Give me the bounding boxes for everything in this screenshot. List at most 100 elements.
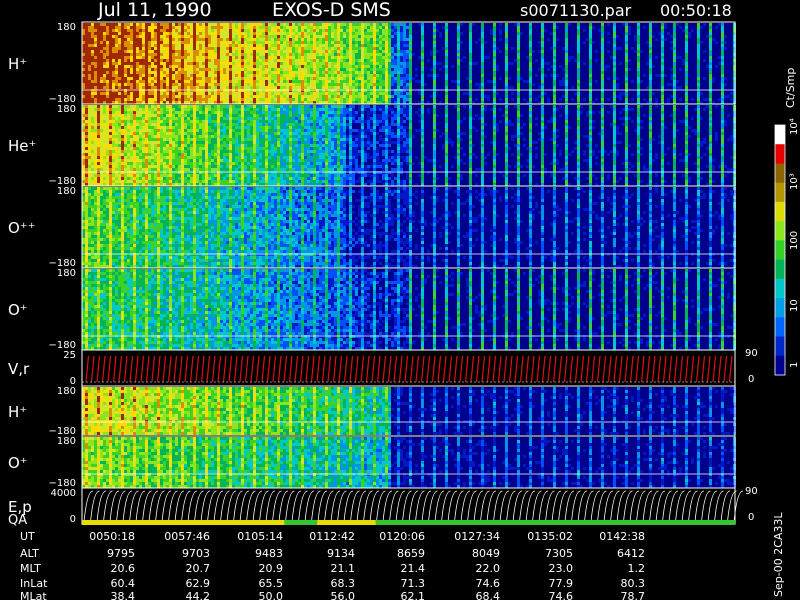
panel-label-v-r: V,r bbox=[8, 360, 30, 378]
ephemeris-cell: 68.4 bbox=[476, 590, 501, 600]
qa-bar bbox=[82, 520, 735, 525]
ephemeris-cell: 74.6 bbox=[476, 577, 501, 590]
ephemeris-cell: 7305 bbox=[545, 547, 573, 560]
ephemeris-cell: 74.6 bbox=[549, 590, 574, 600]
panel-ymax-o-plus-2: 180 bbox=[57, 436, 76, 447]
panel-o-plus-plus bbox=[82, 186, 736, 268]
qa-label: QA bbox=[8, 513, 27, 528]
panel-ymax-o-plus: 180 bbox=[57, 268, 76, 279]
header-time: 00:50:18 bbox=[660, 1, 732, 20]
colorbar-unit-label: Ct/Smp bbox=[784, 68, 797, 108]
ephemeris-cell: 44.2 bbox=[186, 590, 211, 600]
ephemeris-cell: 38.4 bbox=[111, 590, 136, 600]
panel-ymax-v-r: 25 bbox=[63, 350, 76, 361]
panel-ymax-e-p: 4000 bbox=[51, 488, 76, 499]
ephemeris-label-alt: ALT bbox=[20, 547, 39, 560]
ephemeris-cell: 0112:42 bbox=[309, 530, 355, 543]
colorbar-segment bbox=[775, 260, 785, 280]
colorbar-segment bbox=[775, 183, 785, 203]
ephemeris-cell: 21.1 bbox=[331, 562, 356, 575]
panel-h-plus bbox=[82, 22, 736, 104]
ephemeris-cell: 21.4 bbox=[401, 562, 426, 575]
ephemeris-cell: 8049 bbox=[472, 547, 500, 560]
panel-right-max-e-p: 90 bbox=[745, 486, 758, 497]
panel-label-o-plus: O⁺ bbox=[8, 301, 28, 319]
colorbar-segment bbox=[775, 240, 785, 260]
panel-ymax-he-plus: 180 bbox=[57, 104, 76, 115]
qa-segment bbox=[317, 520, 376, 525]
panel-o-plus bbox=[82, 268, 736, 350]
ephemeris-cell: 9795 bbox=[107, 547, 135, 560]
ephemeris-cell: 8659 bbox=[397, 547, 425, 560]
ephemeris-cell: 56.0 bbox=[331, 590, 356, 600]
panel-ymax-h-plus-2: 180 bbox=[57, 386, 76, 397]
ephemeris-cell: 65.5 bbox=[259, 577, 284, 590]
ephemeris-cell: 68.3 bbox=[331, 577, 356, 590]
colorbar-tick: 100 bbox=[789, 231, 800, 250]
ephemeris-label-ut: UT bbox=[20, 530, 35, 543]
ephemeris-cell: 22.0 bbox=[476, 562, 501, 575]
ephemeris-cell: 1.2 bbox=[628, 562, 646, 575]
colorbar-segment bbox=[775, 144, 785, 164]
colorbar-segment bbox=[775, 279, 785, 299]
colorbar-segment bbox=[775, 163, 785, 183]
ephemeris-cell: 62.9 bbox=[186, 577, 211, 590]
colorbar-tick: 10⁴ bbox=[789, 118, 800, 135]
panel-e-p bbox=[82, 488, 743, 524]
panel-ymax-h-plus: 180 bbox=[57, 22, 76, 33]
qa-segment bbox=[376, 520, 735, 525]
panel-ymax-o-plus-plus: 180 bbox=[57, 186, 76, 197]
header-mission: EXOS-D SMS bbox=[272, 0, 391, 21]
colorbar-tick: 10³ bbox=[789, 173, 800, 190]
colorbar-segment bbox=[775, 202, 785, 222]
colorbar-tick: 10 bbox=[789, 299, 800, 312]
panel-label-h-plus-2: H⁺ bbox=[8, 403, 27, 421]
ephemeris-cell: 0135:02 bbox=[527, 530, 573, 543]
panel-label-he-plus: He⁺ bbox=[8, 137, 36, 155]
panel-label-o-plus-plus: O⁺⁺ bbox=[8, 219, 36, 237]
colorbar-segment bbox=[775, 356, 785, 376]
ephemeris-cell: 0120:06 bbox=[379, 530, 425, 543]
ephemeris-label-mlat: MLat bbox=[20, 590, 47, 600]
qa-segment bbox=[284, 520, 317, 525]
spectrogram-panels bbox=[82, 22, 743, 524]
ephemeris-cell: 20.6 bbox=[111, 562, 136, 575]
header-date: Jul 11, 1990 bbox=[97, 0, 212, 21]
ephemeris-cell: 20.9 bbox=[259, 562, 284, 575]
ephemeris-cell: 9703 bbox=[182, 547, 210, 560]
panel-o-plus-2 bbox=[82, 436, 736, 488]
ephemeris-cell: 77.9 bbox=[549, 577, 574, 590]
ephemeris-table: UTALTMLTInLatMLat0050:18979520.660.438.4… bbox=[20, 530, 645, 600]
panel-ymin-e-p: 0 bbox=[70, 514, 76, 525]
panel-right-min-v-r: 0 bbox=[748, 374, 754, 385]
sms-spectrogram-plot: Jul 11, 1990 EXOS-D SMS s0071130.par 00:… bbox=[0, 0, 800, 600]
panel-label-o-plus-2: O⁺ bbox=[8, 454, 28, 472]
ephemeris-cell: 23.0 bbox=[549, 562, 574, 575]
panel-h-plus-2 bbox=[82, 386, 736, 436]
panel-he-plus bbox=[82, 104, 736, 186]
ephemeris-cell: 50.0 bbox=[259, 590, 284, 600]
colorbar: 1 10 100 10³ 10⁴ bbox=[775, 118, 800, 375]
ephemeris-cell: 9134 bbox=[327, 547, 355, 560]
ephemeris-cell: 6412 bbox=[617, 547, 645, 560]
ephemeris-cell: 0105:14 bbox=[237, 530, 283, 543]
ephemeris-cell: 0050:18 bbox=[89, 530, 135, 543]
colorbar-segment bbox=[775, 337, 785, 357]
colorbar-segment bbox=[775, 317, 785, 337]
ephemeris-cell: 71.3 bbox=[401, 577, 426, 590]
colorbar-segment bbox=[775, 125, 785, 145]
ephemeris-cell: 9483 bbox=[255, 547, 283, 560]
ephemeris-cell: 0057:46 bbox=[164, 530, 210, 543]
ephemeris-cell: 62.1 bbox=[401, 590, 426, 600]
ephemeris-cell: 78.7 bbox=[621, 590, 646, 600]
header-file: s0071130.par bbox=[520, 1, 632, 20]
panel-right-min-e-p: 0 bbox=[748, 512, 754, 523]
ephemeris-label-inlat: InLat bbox=[20, 577, 48, 590]
ephemeris-cell: 80.3 bbox=[621, 577, 646, 590]
ephemeris-cell: 0127:34 bbox=[454, 530, 500, 543]
colorbar-tick: 1 bbox=[789, 362, 800, 368]
ephemeris-label-mlt: MLT bbox=[20, 562, 41, 575]
ephemeris-cell: 20.7 bbox=[186, 562, 211, 575]
qa-segment bbox=[82, 520, 284, 525]
panel-v-r bbox=[82, 350, 735, 386]
